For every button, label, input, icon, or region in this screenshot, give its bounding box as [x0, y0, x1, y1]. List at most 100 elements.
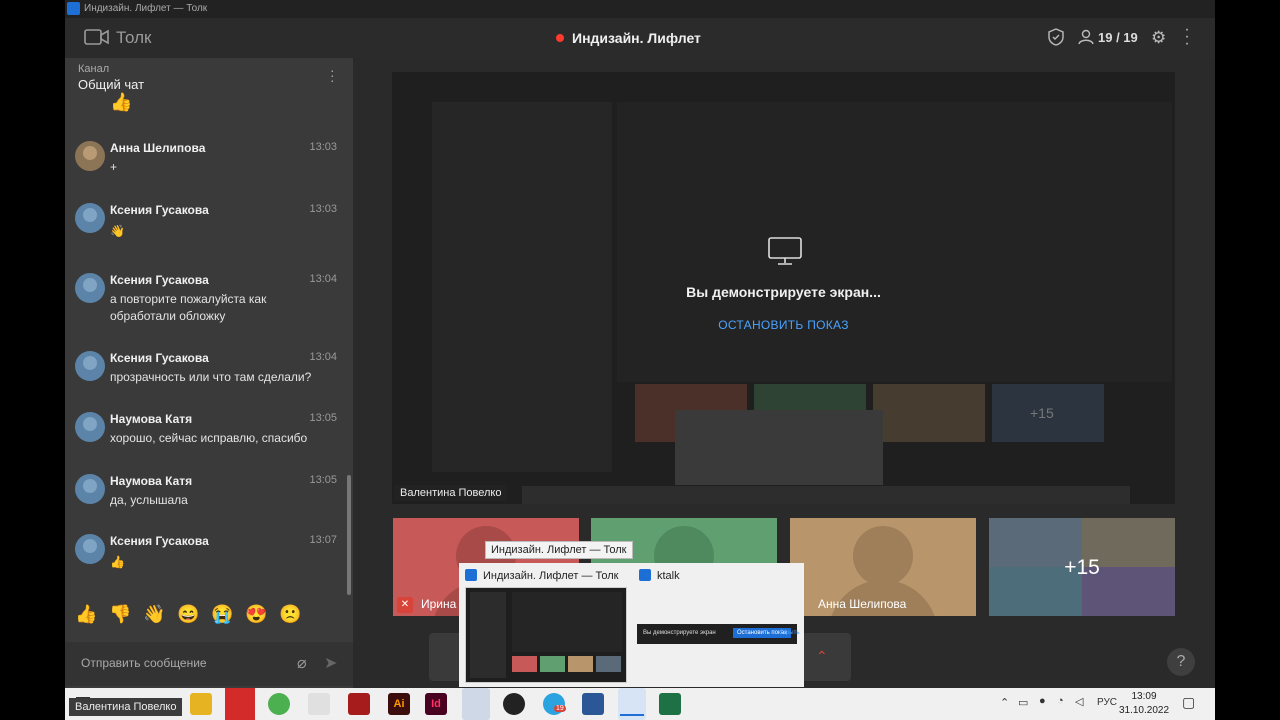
- message-text: +: [110, 160, 118, 174]
- gear-icon[interactable]: ⚙: [1151, 28, 1166, 48]
- word-icon[interactable]: [582, 693, 604, 715]
- app-round-icon[interactable]: [503, 693, 525, 715]
- message-author: Наумова Катя: [110, 412, 193, 426]
- language-indicator[interactable]: РУС: [1097, 697, 1117, 708]
- chrome-icon[interactable]: [268, 693, 290, 715]
- avatar[interactable]: [75, 351, 105, 381]
- clock-date: 31.10.2022: [1118, 705, 1170, 716]
- message-text: 👍: [110, 555, 125, 569]
- avatar[interactable]: [75, 534, 105, 564]
- message-author: Ксения Гусакова: [110, 203, 209, 217]
- excel-icon[interactable]: [659, 693, 681, 715]
- conference-title: Индизайн. Лифлет: [572, 30, 701, 46]
- thumbs-up-icon[interactable]: 👍: [75, 604, 109, 625]
- avatar[interactable]: [75, 412, 105, 442]
- ghost-tile: [873, 384, 985, 442]
- chevron-up-icon[interactable]: ⌃: [816, 648, 828, 665]
- attach-icon[interactable]: ⌀: [297, 653, 307, 673]
- device-icon[interactable]: ▭: [1018, 696, 1028, 709]
- participant-tile[interactable]: Анна Шелипова: [790, 518, 976, 616]
- chat-scrollbar[interactable]: [347, 475, 351, 595]
- chat-menu-icon[interactable]: · · ·: [330, 63, 335, 87]
- participants-button[interactable]: 19 / 19: [1078, 29, 1138, 48]
- message-author: Наумова Катя: [110, 474, 193, 488]
- message-time: 13:04: [309, 351, 337, 363]
- reaction-bar: 👍 👎 👋 😄 😭 😍 🙁: [75, 604, 315, 630]
- heart-eyes-icon[interactable]: 😍: [245, 604, 279, 625]
- thumbs-down-icon[interactable]: 👎: [109, 604, 143, 625]
- ghost-taskbar: [522, 486, 1130, 504]
- laugh-icon[interactable]: 😄: [177, 604, 211, 625]
- avatar[interactable]: [75, 203, 105, 233]
- message-time: 13:03: [309, 141, 337, 153]
- kebab-icon[interactable]: · · ·: [1183, 22, 1191, 52]
- message-text: да, услышала: [110, 493, 188, 507]
- preview-item-2[interactable]: ktalk: [639, 569, 680, 582]
- mic-icon[interactable]: ●: [1039, 695, 1046, 707]
- cursor-app-icon[interactable]: [462, 688, 490, 720]
- preview-item-1[interactable]: Индизайн. Лифлет — Толк: [465, 569, 619, 582]
- participant-name: Анна Шелипова: [818, 597, 907, 611]
- wave-icon[interactable]: 👋: [143, 604, 177, 625]
- message-text: а повторите пожалуйста как обработали об…: [110, 292, 267, 323]
- chat-message: Ксения Гусакова 13:03 👋: [75, 203, 345, 248]
- app-icon: [465, 569, 477, 581]
- message-time: 13:04: [309, 273, 337, 285]
- channel-name[interactable]: Общий чат: [78, 77, 144, 92]
- wifi-icon[interactable]: ◔: [1057, 695, 1064, 707]
- snip-icon[interactable]: [308, 693, 330, 715]
- more-participants-tile[interactable]: +15: [989, 518, 1175, 616]
- cry-icon[interactable]: 😭: [211, 604, 245, 625]
- message-text: прозрачность или что там сделали?: [110, 370, 312, 384]
- preview-title: ktalk: [657, 570, 680, 582]
- shield-icon[interactable]: [1048, 28, 1064, 49]
- message-author: Ксения Гусакова: [110, 273, 209, 287]
- chat-message: Наумова Катя 13:05 да, услышала: [75, 474, 345, 514]
- thumb-tile: [512, 656, 537, 672]
- avatar[interactable]: [75, 474, 105, 504]
- app-logo[interactable]: Толк: [84, 28, 152, 48]
- message-time: 13:07: [309, 534, 337, 546]
- chat-message: Ксения Гусакова 13:04 а повторите пожалу…: [75, 273, 345, 328]
- ghost-more-count: +15: [1030, 405, 1054, 421]
- illustrator-icon[interactable]: Ai: [388, 693, 410, 715]
- volume-icon[interactable]: ◁: [1075, 695, 1083, 708]
- notification-badge: 19: [554, 705, 566, 712]
- send-icon[interactable]: ➤: [324, 653, 337, 673]
- ghost-stage: [617, 102, 1172, 382]
- participant-name: Ирина: [421, 597, 457, 611]
- thumb-tile: [540, 656, 565, 672]
- help-icon[interactable]: ?: [1167, 648, 1195, 676]
- message-author: Ксения Гусакова: [110, 534, 209, 548]
- camera-icon: [84, 29, 109, 45]
- participant-silhouette: [853, 526, 913, 586]
- share-status-text: Вы демонстрируете экран...: [686, 284, 881, 300]
- indesign-icon[interactable]: Id: [425, 693, 447, 715]
- message-text: 👋: [110, 224, 125, 238]
- message-time: 13:05: [309, 412, 337, 424]
- more-count: +15: [1064, 556, 1100, 579]
- chat-message: Наумова Катя 13:05 хорошо, сейчас исправ…: [75, 412, 345, 452]
- sad-icon[interactable]: 🙁: [279, 604, 313, 625]
- file-explorer-icon[interactable]: [190, 693, 212, 715]
- channel-label: Канал: [78, 63, 110, 75]
- stop-share-button[interactable]: ОСТАНОВИТЬ ПОКАЗ: [700, 318, 867, 332]
- taskbar-preview: Индизайн. Лифлет — Толк ktalk Вы демонст…: [459, 563, 804, 687]
- avatar[interactable]: [75, 273, 105, 303]
- mini-hide-link[interactable]: Скрыть: [779, 630, 799, 636]
- chat-message: Анна Шелипова 13:03 +: [75, 141, 345, 181]
- app-c-icon[interactable]: [348, 693, 370, 715]
- message-input[interactable]: Отправить сообщение: [81, 656, 207, 670]
- chevron-up-icon[interactable]: ⌃: [1000, 696, 1009, 709]
- avatar[interactable]: [75, 141, 105, 171]
- notifications-icon[interactable]: ▢: [1182, 694, 1195, 711]
- opera-icon[interactable]: [225, 688, 255, 720]
- thumb-tile: [568, 656, 593, 672]
- message-text: хорошо, сейчас исправлю, спасибо: [110, 431, 308, 445]
- preview-thumbnail[interactable]: [465, 587, 627, 683]
- clock[interactable]: 13:09 31.10.2022: [1118, 690, 1170, 718]
- message-composer[interactable]: Отправить сообщение ⌀ ➤: [65, 642, 353, 686]
- mini-share-bar[interactable]: Вы демонстрируете экран Остановить показ…: [637, 624, 799, 644]
- app-icon: [67, 2, 80, 15]
- message-time: 13:05: [309, 474, 337, 486]
